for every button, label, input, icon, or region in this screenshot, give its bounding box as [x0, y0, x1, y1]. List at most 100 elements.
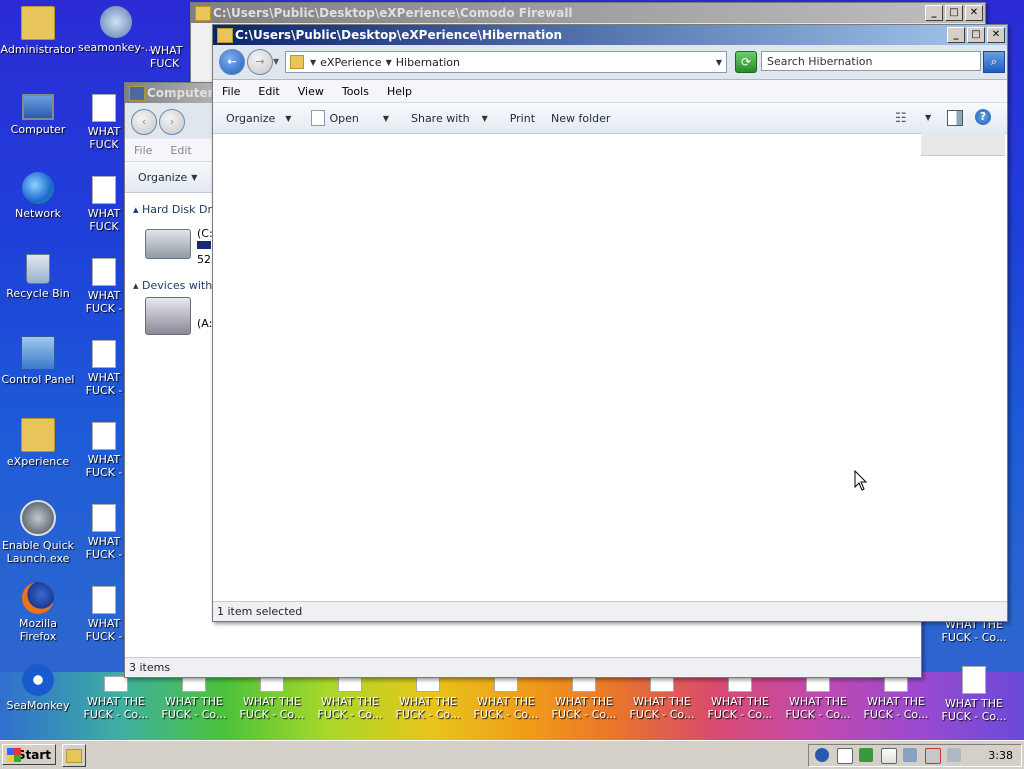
preview-pane-icon[interactable]	[947, 110, 963, 126]
maximize-button[interactable]: □	[967, 27, 985, 43]
breadcrumb-item[interactable]: Hibernation	[396, 56, 460, 69]
start-button[interactable]: Start	[2, 744, 56, 765]
desktop-icon-doc[interactable]: WHAT THE FUCK - Co...	[546, 676, 622, 721]
close-button[interactable]: ✕	[965, 5, 983, 21]
menu-help[interactable]: Help	[387, 85, 412, 98]
menu-view[interactable]: View	[298, 85, 324, 98]
desktop-icon-doc[interactable]: WHAT THE FUCK - Co...	[468, 676, 544, 721]
forward-button[interactable]: ›	[159, 109, 185, 135]
help-icon[interactable]: ?	[975, 109, 991, 125]
globe-icon	[22, 172, 54, 204]
menu-file[interactable]: File	[134, 144, 152, 157]
back-button[interactable]: ‹	[131, 109, 157, 135]
desktop-icon-doc[interactable]: WHAT THE FUCK - Co...	[156, 676, 232, 721]
desktop-icon-label: eXperience	[6, 455, 70, 468]
address-bar: ← → ▼ ▼ eXPerience ▼ Hibernation ▼ ⟳ Sea…	[213, 45, 1007, 80]
desktop-icon-label: Enable Quick Launch.exe	[1, 539, 75, 565]
chevron-down-icon[interactable]: ▼	[925, 113, 931, 122]
desktop-icon-doc[interactable]: WHAT FUCK	[84, 94, 124, 151]
desktop-icon-doc[interactable]: WHAT THE FUCK - Co...	[858, 676, 934, 721]
network-icon[interactable]	[903, 748, 917, 762]
breadcrumb-item[interactable]: eXPerience	[320, 56, 381, 69]
desktop-icon-recycle-bin[interactable]: Recycle Bin	[0, 254, 76, 300]
menu-file[interactable]: File	[222, 85, 240, 98]
desktop-icon-doc[interactable]: WHAT THE FUCK - Co...	[312, 676, 388, 721]
desktop-icon-doc[interactable]: WHAT THE FUCK - Co...	[234, 676, 310, 721]
desktop-icon-network[interactable]: Network	[0, 172, 76, 220]
maximize-button[interactable]: □	[945, 5, 963, 21]
desktop-icon-label: seamonkey-...	[78, 41, 156, 54]
clock[interactable]: 3:38	[988, 745, 1013, 766]
open-button[interactable]: Open ▼	[311, 110, 389, 126]
desktop-icon-doc[interactable]: WHAT FUCK -	[84, 422, 124, 479]
window-titlebar[interactable]: C:\Users\Public\Desktop\eXPerience\Hiber…	[213, 25, 1007, 45]
chevron-down-icon[interactable]: ▼	[310, 58, 316, 67]
forward-button[interactable]: →	[247, 49, 273, 75]
desktop-icon-doc[interactable]: WHAT FUCK -	[84, 258, 124, 315]
control-panel-icon	[21, 336, 55, 370]
drive-a-label[interactable]: (A:	[197, 317, 212, 330]
search-input[interactable]: Search Hibernation	[761, 51, 981, 71]
window-hibernation[interactable]: C:\Users\Public\Desktop\eXPerience\Hiber…	[212, 24, 1008, 622]
quick-launch-explorer[interactable]	[62, 744, 86, 767]
organize-button[interactable]: Organize ▼	[138, 171, 197, 184]
desktop-icon-doc[interactable]: WHAT THE FUCK - Co...	[78, 676, 154, 721]
computer-icon	[129, 86, 145, 101]
desktop-icon-doc[interactable]: WHAT THE FUCK - Co...	[702, 676, 778, 721]
desktop-icon-doc[interactable]: WHAT FUCK -	[84, 586, 124, 643]
desktop-icon-doc[interactable]: WHAT THE FUCK - Co...	[936, 666, 1012, 723]
desktop-icon-administrator[interactable]: Administrator	[0, 6, 76, 56]
desktop-icon-enable-quick-launch[interactable]: Enable Quick Launch.exe	[0, 500, 76, 565]
breadcrumb[interactable]: ▼ eXPerience ▼ Hibernation ▼	[285, 51, 727, 73]
window-titlebar[interactable]: C:\Users\Public\Desktop\eXPerience\Comod…	[191, 3, 985, 23]
desktop-icon-doc[interactable]: WHAT THE FUCK - Co...	[780, 676, 856, 721]
desktop-icon-label: WHAT THE FUCK - Co...	[707, 695, 773, 721]
desktop-icon-label: WHAT THE FUCK - Co...	[863, 695, 929, 721]
search-icon[interactable]: ⌕	[983, 51, 1005, 73]
menu-edit[interactable]: Edit	[258, 85, 279, 98]
hard-drive-icon[interactable]	[145, 229, 191, 259]
desktop-icon-firefox[interactable]: Mozilla Firefox	[0, 582, 76, 643]
refresh-icon[interactable]: ⟳	[735, 51, 757, 73]
desktop-icon-label: Mozilla Firefox	[19, 617, 57, 643]
share-with-button[interactable]: Share with ▼	[411, 112, 488, 125]
desktop-icon-partial-top[interactable]: WHAT FUCK	[150, 44, 190, 70]
menu-edit[interactable]: Edit	[170, 144, 191, 157]
address-dropdown-icon[interactable]: ▼	[716, 58, 722, 67]
desktop-icon-doc[interactable]: WHAT THE FUCK - Co...	[390, 676, 466, 721]
minimize-button[interactable]: _	[947, 27, 965, 43]
drive-c-label[interactable]: (C:	[197, 227, 213, 240]
minimize-button[interactable]: _	[925, 5, 943, 21]
menu-tools[interactable]: Tools	[342, 85, 369, 98]
organize-button[interactable]: Organize ▼	[226, 112, 291, 125]
taskbar: Start 3:38	[0, 740, 1024, 769]
floppy-drive-icon[interactable]	[145, 297, 191, 335]
folder-icon	[290, 55, 304, 69]
print-button[interactable]: Print	[510, 112, 535, 125]
desktop-icon-control-panel[interactable]: Control Panel	[0, 336, 76, 386]
desktop-icon-doc[interactable]: WHAT FUCK	[84, 176, 124, 233]
tray-document-icon[interactable]	[837, 748, 853, 764]
recent-pages-icon[interactable]: ▼	[273, 57, 279, 66]
desktop-icon-doc[interactable]: WHAT FUCK -	[84, 504, 124, 561]
document-icon	[92, 258, 116, 286]
group-header-devices[interactable]: ▴ Devices with R	[133, 279, 223, 292]
desktop-icon-experience[interactable]: eXperience	[0, 418, 76, 468]
open-label: Open	[329, 111, 359, 125]
back-button[interactable]: ←	[219, 49, 245, 75]
flag-icon[interactable]	[881, 748, 897, 764]
tray-misc-icon[interactable]	[947, 748, 961, 762]
desktop-icon-seamonkey[interactable]: SeaMonkey	[0, 664, 76, 712]
tray-app-icon[interactable]	[815, 748, 829, 762]
desktop-icon-seamonkey-installer[interactable]: seamonkey-...	[78, 6, 156, 54]
view-options-icon[interactable]: ☷	[895, 111, 907, 126]
new-folder-button[interactable]: New folder	[551, 112, 610, 125]
desktop-icon-doc[interactable]: WHAT THE FUCK - Co...	[624, 676, 700, 721]
chevron-down-icon[interactable]: ▼	[386, 58, 392, 67]
desktop-icon-doc[interactable]: WHAT FUCK -	[84, 340, 124, 397]
desktop-icon-computer[interactable]: Computer	[0, 90, 76, 136]
close-button[interactable]: ✕	[987, 27, 1005, 43]
volume-muted-icon[interactable]	[925, 748, 941, 764]
tray-shield-icon[interactable]	[859, 748, 873, 762]
group-header-hdd[interactable]: ▴ Hard Disk Driv	[133, 203, 222, 216]
